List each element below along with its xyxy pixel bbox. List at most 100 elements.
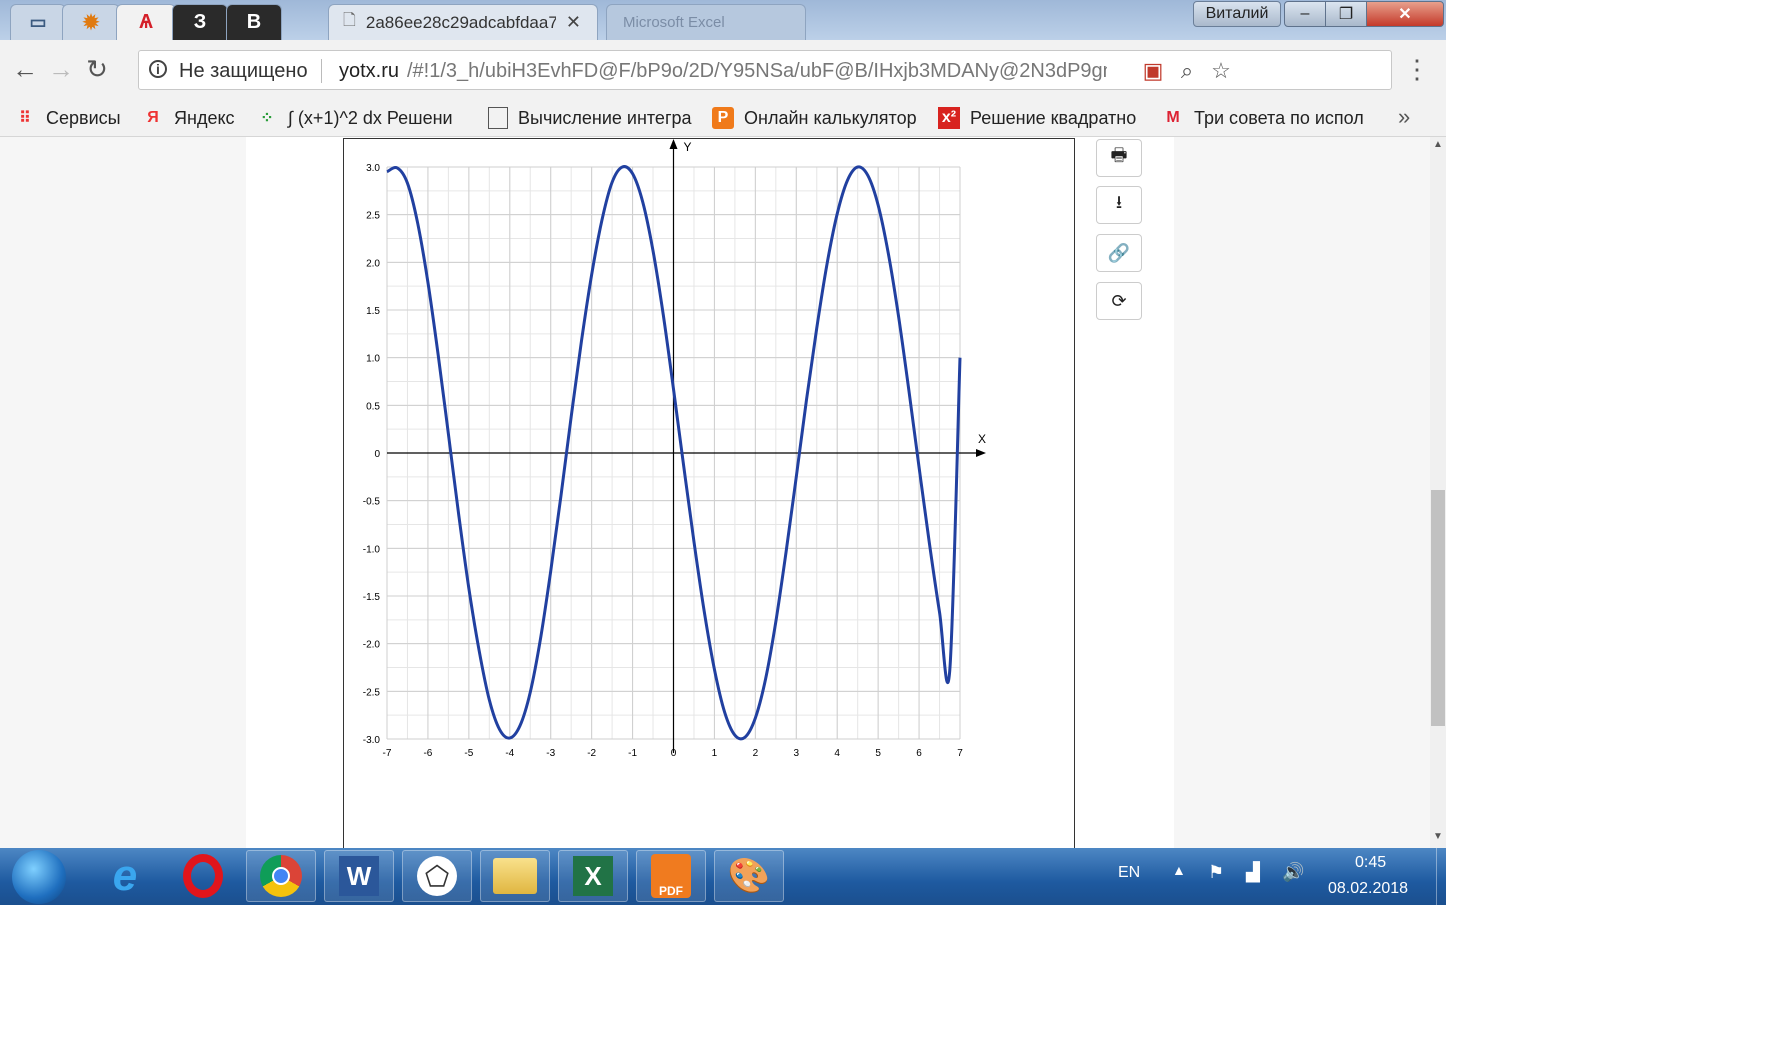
download-button[interactable]: ⭳ bbox=[1096, 186, 1142, 224]
taskbar-explorer[interactable] bbox=[480, 850, 550, 902]
address-bar[interactable]: i Не защищено yotx.ru /#!1/3_h/ubiH3EvhF… bbox=[138, 50, 1392, 90]
bookmark-integral-calc[interactable]: Вычисление интегра bbox=[488, 105, 696, 131]
taskbar-word[interactable]: W bbox=[324, 850, 394, 902]
url-host[interactable]: yotx.ru bbox=[339, 60, 399, 83]
x-tick-label: 3 bbox=[794, 748, 800, 759]
tab-v[interactable]: В bbox=[226, 4, 282, 40]
excel-icon: X bbox=[573, 856, 613, 896]
language-indicator[interactable]: EN bbox=[1118, 864, 1140, 882]
star-icon[interactable]: ☆ bbox=[1207, 57, 1235, 85]
windows-taskbar: e W ⬠ X PDF 🎨 EN ▲ ⚑ ▟ 🔊 0:45 08.02.2018 bbox=[0, 848, 1446, 905]
bookmark-integral[interactable]: ⁘ ∫ (x+1)^2 dx Решени bbox=[256, 105, 472, 131]
tab-document[interactable]: 🗋 2a86ee28c29adcabfdaa7 ✕ bbox=[328, 4, 598, 40]
bookmark-label: Решение квадратно bbox=[970, 107, 1137, 128]
x-squared-icon: x² bbox=[938, 107, 960, 129]
scroll-thumb[interactable] bbox=[1431, 490, 1445, 726]
y-tick-label: 1.0 bbox=[366, 354, 380, 365]
maximize-button[interactable]: ❐ bbox=[1325, 1, 1367, 27]
bookmark-label: Сервисы bbox=[46, 107, 121, 128]
share-icon: ⟳ bbox=[1111, 290, 1127, 311]
y-tick-label: -2.0 bbox=[363, 640, 381, 651]
explorer-icon bbox=[493, 858, 537, 894]
pdf-icon: PDF bbox=[651, 854, 691, 898]
function-plot[interactable]: X Y -7 -6 -5 -4 -3 -2 -1 0 1 2 3 4 5 6 7 3.0 2.5 2.0 1.5 1.0 0… bbox=[344, 139, 1076, 848]
tab-active[interactable]: Ѧ bbox=[116, 4, 176, 40]
user-profile-button[interactable]: Виталий bbox=[1193, 1, 1281, 27]
url-path[interactable]: /#!1/3_h/ubiH3EvhFD@F/bP9o/2D/Y95NSa/ubF… bbox=[407, 60, 1107, 83]
menu-icon[interactable]: ⋮ bbox=[1402, 52, 1432, 86]
browser-toolbar: ← → ↻ i Не защищено yotx.ru /#!1/3_h/ubi… bbox=[0, 40, 1446, 100]
tab-z[interactable]: З bbox=[172, 4, 228, 40]
reload-button[interactable]: ↻ bbox=[80, 52, 114, 86]
bookmark-three-tips[interactable]: M Три совета по испол bbox=[1162, 105, 1376, 131]
tab-monitor[interactable]: ▭ bbox=[10, 4, 66, 40]
taskbar-excel[interactable]: X bbox=[558, 850, 628, 902]
bookmarks-overflow-button[interactable]: » bbox=[1398, 104, 1410, 130]
show-hidden-icons-icon[interactable]: ▲ bbox=[1172, 862, 1186, 878]
y-tick-label: 2.0 bbox=[366, 258, 380, 269]
link-icon: 🔗 bbox=[1107, 242, 1131, 263]
colorful-dots-icon: ⁘ bbox=[260, 110, 274, 127]
taskbar-paint[interactable]: 🎨 bbox=[714, 850, 784, 902]
close-window-button[interactable]: ✕ bbox=[1366, 1, 1444, 27]
clock-time[interactable]: 0:45 bbox=[1355, 854, 1386, 872]
tab-close-icon[interactable]: ✕ bbox=[566, 12, 581, 33]
y-tick-label: -2.5 bbox=[363, 687, 381, 698]
bookmark-quadratic[interactable]: x² Решение квадратно bbox=[938, 105, 1146, 131]
y-tick-label: 2.5 bbox=[366, 211, 380, 222]
bookmark-label: Онлайн калькулятор bbox=[744, 107, 917, 128]
bookmark-label: Три совета по испол bbox=[1194, 107, 1364, 128]
print-button[interactable]: 🖶 bbox=[1096, 139, 1142, 177]
popup-blocked-icon[interactable]: ▣ bbox=[1139, 57, 1167, 85]
gmail-icon: M bbox=[1166, 109, 1180, 126]
geogebra-icon: ⬠ bbox=[417, 856, 457, 896]
taskbar-opera[interactable] bbox=[168, 850, 238, 902]
x-tick-label: -1 bbox=[628, 748, 637, 759]
document-icon: 🗋 bbox=[343, 12, 356, 29]
x-tick-label: -4 bbox=[505, 748, 514, 759]
y-tick-label: -1.0 bbox=[363, 544, 381, 555]
logo-z-icon: З bbox=[193, 11, 207, 33]
info-icon[interactable]: i bbox=[149, 60, 167, 78]
x-tick-label: 1 bbox=[712, 748, 718, 759]
bookmark-services[interactable]: ⠿ Сервисы bbox=[14, 105, 124, 131]
monitor-icon: ▭ bbox=[29, 12, 47, 32]
link-button[interactable]: 🔗 bbox=[1096, 234, 1142, 272]
print-icon: 🖶 bbox=[1110, 145, 1128, 165]
security-label[interactable]: Не защищено bbox=[179, 60, 308, 83]
share-button[interactable]: ⟳ bbox=[1096, 282, 1142, 320]
x-tick-label: 0 bbox=[671, 748, 677, 759]
volume-icon[interactable]: 🔊 bbox=[1282, 862, 1304, 883]
zoom-icon[interactable]: ⌕ bbox=[1173, 57, 1201, 85]
x-tick-label: -6 bbox=[423, 748, 432, 759]
yandex-icon: Я bbox=[147, 109, 159, 126]
logo-a-icon: Ѧ bbox=[139, 11, 153, 33]
bookmark-online-calc[interactable]: P Онлайн калькулятор bbox=[712, 105, 918, 131]
bookmark-yandex[interactable]: Я Яндекс bbox=[142, 105, 242, 131]
minimize-button[interactable]: – bbox=[1284, 1, 1326, 27]
forward-button[interactable]: → bbox=[44, 52, 78, 86]
y-tick-label: -3.0 bbox=[363, 735, 381, 746]
taskbar-geogebra[interactable]: ⬠ bbox=[402, 850, 472, 902]
y-tick-label: -0.5 bbox=[363, 497, 381, 508]
network-icon[interactable]: ▟ bbox=[1246, 862, 1260, 883]
tab-sun[interactable]: ✹ bbox=[62, 4, 120, 40]
flag-icon[interactable]: ⚑ bbox=[1208, 862, 1224, 883]
arrow-left-icon: ← bbox=[12, 53, 38, 84]
clock-date[interactable]: 08.02.2018 bbox=[1328, 880, 1408, 898]
y-tick-label: 0 bbox=[374, 449, 380, 460]
download-icon: ⭳ bbox=[1115, 192, 1123, 212]
back-button[interactable]: ← bbox=[8, 52, 42, 86]
graph-frame: X Y -7 -6 -5 -4 -3 -2 -1 0 1 2 3 4 5 6 7 3.0 2.5 2.0 1.5 1.0 0… bbox=[343, 138, 1075, 848]
taskbar-chrome[interactable] bbox=[246, 850, 316, 902]
show-desktop-button[interactable] bbox=[1436, 848, 1446, 905]
reload-icon: ↻ bbox=[86, 53, 108, 84]
vertical-scrollbar[interactable]: ▲ ▼ bbox=[1430, 137, 1446, 848]
scroll-up-icon[interactable]: ▲ bbox=[1432, 139, 1444, 150]
start-button[interactable] bbox=[12, 850, 66, 904]
scroll-down-icon[interactable]: ▼ bbox=[1432, 831, 1444, 842]
taskbar-pdf[interactable]: PDF bbox=[636, 850, 706, 902]
taskbar-ie[interactable]: e bbox=[90, 850, 160, 902]
tab-excel[interactable]: Microsoft Excel bbox=[606, 4, 806, 40]
arrow-right-icon: → bbox=[48, 53, 74, 84]
